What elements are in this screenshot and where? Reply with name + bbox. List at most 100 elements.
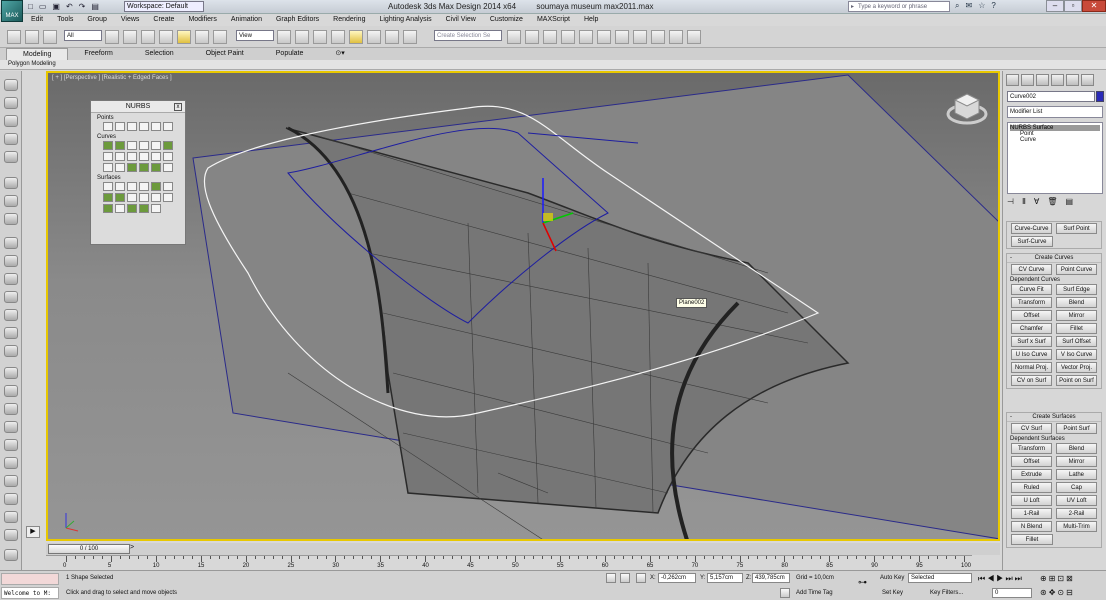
set-key-button[interactable]: Set Key bbox=[882, 590, 903, 596]
utilities-tab-icon[interactable] bbox=[1081, 74, 1094, 86]
render-setup-icon[interactable] bbox=[632, 30, 647, 44]
current-frame-field[interactable]: 0 bbox=[992, 588, 1032, 598]
snaps-toggle-icon[interactable] bbox=[330, 30, 345, 44]
surf-blend-button[interactable]: Blend bbox=[1056, 443, 1097, 454]
surface-point-icon[interactable] bbox=[151, 122, 161, 131]
save-icon[interactable]: ▣ bbox=[52, 2, 60, 11]
rotate-icon[interactable] bbox=[194, 30, 209, 44]
two-rail-sweep-icon[interactable] bbox=[115, 204, 125, 213]
layer-manager-icon[interactable] bbox=[542, 30, 557, 44]
two-rail-button[interactable]: 2-Rail bbox=[1056, 508, 1097, 519]
render-production-icon[interactable] bbox=[668, 30, 683, 44]
point-surf-button[interactable]: Point Surf bbox=[1056, 423, 1097, 434]
create-tab-icon[interactable] bbox=[1006, 74, 1019, 86]
binoculars-icon[interactable]: ⌕ bbox=[955, 1, 959, 11]
redo-icon[interactable]: ↷ bbox=[79, 2, 86, 11]
rectangular-selection-icon[interactable] bbox=[140, 30, 155, 44]
open-file-icon[interactable]: ▭ bbox=[39, 2, 47, 11]
uv-loft-surface-icon[interactable] bbox=[163, 193, 173, 202]
mirror-icon[interactable] bbox=[507, 30, 521, 44]
y-coordinate-field[interactable]: 5,157cm bbox=[707, 573, 743, 583]
menu-lighting-analysis[interactable]: Lighting Analysis bbox=[372, 14, 438, 26]
normal-proj-button[interactable]: Normal Proj. bbox=[1011, 362, 1052, 373]
toolbar-icon-9[interactable] bbox=[4, 237, 18, 249]
surface-offset-curve-icon[interactable] bbox=[151, 163, 161, 172]
surf-fillet-button[interactable]: Fillet bbox=[1011, 534, 1053, 545]
stack-item-curve[interactable]: Curve bbox=[1010, 137, 1100, 143]
surface-edge-curve-icon[interactable] bbox=[163, 163, 173, 172]
menu-tools[interactable]: Tools bbox=[50, 14, 80, 26]
make-unique-icon[interactable]: ∀ bbox=[1034, 197, 1039, 206]
x-coordinate-field[interactable]: -0,262cm bbox=[658, 573, 696, 583]
menu-civil-view[interactable]: Civil View bbox=[439, 14, 483, 26]
move-icon[interactable] bbox=[176, 30, 191, 44]
tab-freeform[interactable]: Freeform bbox=[68, 48, 128, 60]
close-button[interactable]: ✕ bbox=[1082, 0, 1106, 12]
keyboard-shortcut-icon[interactable] bbox=[312, 30, 327, 44]
toolbar-icon-6[interactable] bbox=[4, 177, 18, 189]
menu-modifiers[interactable]: Modifiers bbox=[181, 14, 223, 26]
edit-named-selection-icon[interactable] bbox=[402, 30, 417, 44]
menu-group[interactable]: Group bbox=[80, 14, 113, 26]
toolbar-icon-14[interactable] bbox=[4, 327, 18, 339]
search-input[interactable]: Type a keyword or phrase bbox=[848, 1, 950, 12]
v-iso-curve-button[interactable]: V Iso Curve bbox=[1056, 349, 1097, 360]
toolbar-icon-23[interactable] bbox=[4, 493, 18, 505]
extrude-button[interactable]: Extrude bbox=[1011, 469, 1052, 480]
select-object-icon[interactable] bbox=[105, 30, 119, 44]
cv-surface-icon[interactable] bbox=[103, 182, 113, 191]
multicurve-trim-icon[interactable] bbox=[139, 204, 149, 213]
cv-on-surf-icon[interactable] bbox=[127, 163, 137, 172]
multi-trim-button[interactable]: Multi-Trim bbox=[1056, 521, 1097, 532]
rendered-frame-icon[interactable] bbox=[650, 30, 665, 44]
unlink-icon[interactable] bbox=[24, 30, 39, 44]
point-curve-button[interactable]: Point Curve bbox=[1056, 264, 1097, 275]
reference-coordinate-dropdown[interactable]: View bbox=[236, 30, 274, 41]
modifier-list-dropdown[interactable]: Modifier List bbox=[1007, 106, 1103, 118]
perspective-viewport[interactable]: [ + ] [Perspective ] [Realistic + Edged … bbox=[46, 71, 1000, 541]
workspace-dropdown[interactable]: Workspace: Default bbox=[124, 1, 204, 12]
lathe-surface-icon[interactable] bbox=[115, 193, 125, 202]
point-on-surf-icon[interactable] bbox=[139, 163, 149, 172]
one-rail-button[interactable]: 1-Rail bbox=[1011, 508, 1052, 519]
fit-curve-icon[interactable] bbox=[127, 141, 137, 150]
time-slider[interactable]: 0 / 100 bbox=[48, 544, 130, 554]
viewcube[interactable] bbox=[946, 88, 988, 130]
show-end-result-icon[interactable]: Ⅱ bbox=[1022, 197, 1026, 206]
ruled-button[interactable]: Ruled bbox=[1011, 482, 1052, 493]
create-curves-header[interactable]: Create Curves bbox=[1007, 254, 1101, 263]
menu-customize[interactable]: Customize bbox=[483, 14, 530, 26]
render-iterative-icon[interactable] bbox=[686, 30, 701, 44]
extrude-surface-icon[interactable] bbox=[103, 193, 113, 202]
curve-mirror-button[interactable]: Mirror bbox=[1056, 310, 1097, 321]
command-panel-rollouts[interactable]: Curve-Curve Surf Point Surf-Curve Create … bbox=[1003, 217, 1106, 570]
chamfer-button[interactable]: Chamfer bbox=[1011, 323, 1052, 334]
maxscript-listener[interactable] bbox=[1, 573, 59, 585]
surf-point-button[interactable]: Surf Point bbox=[1056, 223, 1097, 234]
blend-surface-icon[interactable] bbox=[139, 182, 149, 191]
curve-blend-button[interactable]: Blend bbox=[1056, 297, 1097, 308]
toolbar-icon-17[interactable] bbox=[4, 385, 18, 397]
toolbar-icon-3[interactable] bbox=[4, 115, 18, 127]
project-folder-icon[interactable]: ▤ bbox=[91, 2, 99, 11]
cv-surf-button[interactable]: CV Surf bbox=[1011, 423, 1052, 434]
absolute-mode-icon[interactable] bbox=[636, 573, 646, 583]
undo-icon[interactable]: ↶ bbox=[66, 2, 73, 11]
time-slider-track[interactable]: 0 / 100 > bbox=[46, 543, 1000, 555]
viewport-label[interactable]: [ + ] [Perspective ] [Realistic + Edged … bbox=[52, 75, 172, 81]
uv-loft-button[interactable]: UV Loft bbox=[1056, 495, 1097, 506]
named-selection-sets-dropdown[interactable]: Create Selection Se bbox=[434, 30, 502, 41]
toolbar-icon-22[interactable] bbox=[4, 475, 18, 487]
u-loft-button[interactable]: U Loft bbox=[1011, 495, 1052, 506]
toolbar-icon-7[interactable] bbox=[4, 195, 18, 207]
blend-curve-icon[interactable] bbox=[151, 141, 161, 150]
remove-modifier-icon[interactable]: 🗑 bbox=[1047, 197, 1057, 206]
curve-transform-button[interactable]: Transform bbox=[1011, 297, 1052, 308]
cap-button[interactable]: Cap bbox=[1056, 482, 1097, 493]
curve-fillet-button[interactable]: Fillet bbox=[1056, 323, 1097, 334]
surf-offset-surface-button[interactable]: Offset bbox=[1011, 456, 1052, 467]
key-mode-dropdown[interactable]: Selected bbox=[908, 573, 972, 583]
tab-object-paint[interactable]: Object Paint bbox=[190, 48, 260, 60]
maximize-button[interactable]: ▫ bbox=[1064, 0, 1082, 12]
curve-offset-button[interactable]: Offset bbox=[1011, 310, 1052, 321]
